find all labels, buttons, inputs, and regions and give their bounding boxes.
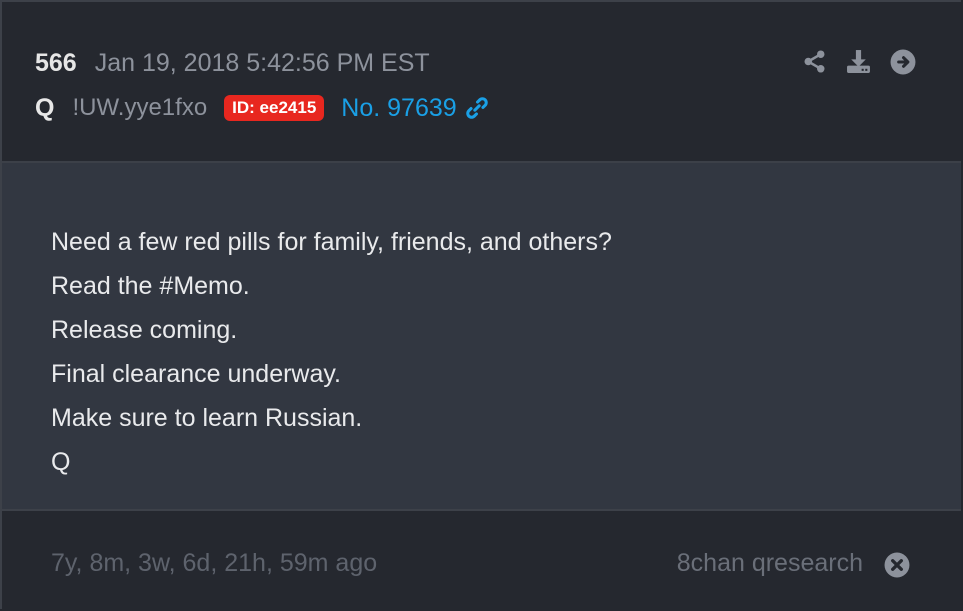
close-circle-icon: [884, 552, 910, 578]
download-icon: [847, 50, 870, 73]
share-icon: [804, 50, 825, 73]
post-meta-row: 566 Jan 19, 2018 5:42:56 PM EST: [35, 46, 430, 80]
link-icon: [465, 97, 488, 119]
post-source: 8chan qresearch: [676, 549, 863, 577]
message-line: Final clearance underway.: [51, 360, 341, 388]
post-header: 566 Jan 19, 2018 5:42:56 PM EST Q !UW.yy…: [2, 2, 961, 163]
message-line: Make sure to learn Russian.: [51, 404, 363, 432]
message-line: Release coming.: [51, 316, 238, 344]
arrow-circle-right-icon: [890, 49, 915, 74]
post-actions: [784, 48, 916, 75]
message-line: Q: [51, 448, 71, 476]
post-footer: 7y, 8m, 3w, 6d, 21h, 59m ago 8chan qrese…: [2, 511, 961, 611]
dismiss-button[interactable]: [883, 551, 911, 579]
post-body: Need a few red pills for family, friends…: [2, 163, 961, 511]
post-number-link[interactable]: No. 97639: [341, 94, 489, 123]
post-age: 7y, 8m, 3w, 6d, 21h, 59m ago: [51, 549, 378, 577]
post-author: Q: [35, 93, 55, 122]
go-to-post-button[interactable]: [889, 48, 916, 75]
post-number: 566: [35, 48, 77, 77]
share-button[interactable]: [801, 48, 828, 75]
post-tripcode: !UW.yye1fxo: [72, 94, 208, 121]
message-line: Need a few red pills for family, friends…: [51, 228, 612, 256]
post-author-row: Q !UW.yye1fxo ID: ee2415 No. 97639: [35, 90, 490, 126]
post-timestamp: Jan 19, 2018 5:42:56 PM EST: [94, 48, 430, 77]
download-button[interactable]: [845, 48, 872, 75]
id-badge: ID: ee2415: [224, 95, 325, 121]
post-number-link-label: No. 97639: [341, 93, 457, 122]
post-card: 566 Jan 19, 2018 5:42:56 PM EST Q !UW.yy…: [0, 0, 961, 611]
post-message: Need a few red pills for family, friends…: [51, 220, 612, 484]
message-line: Read the #Memo.: [51, 272, 250, 300]
